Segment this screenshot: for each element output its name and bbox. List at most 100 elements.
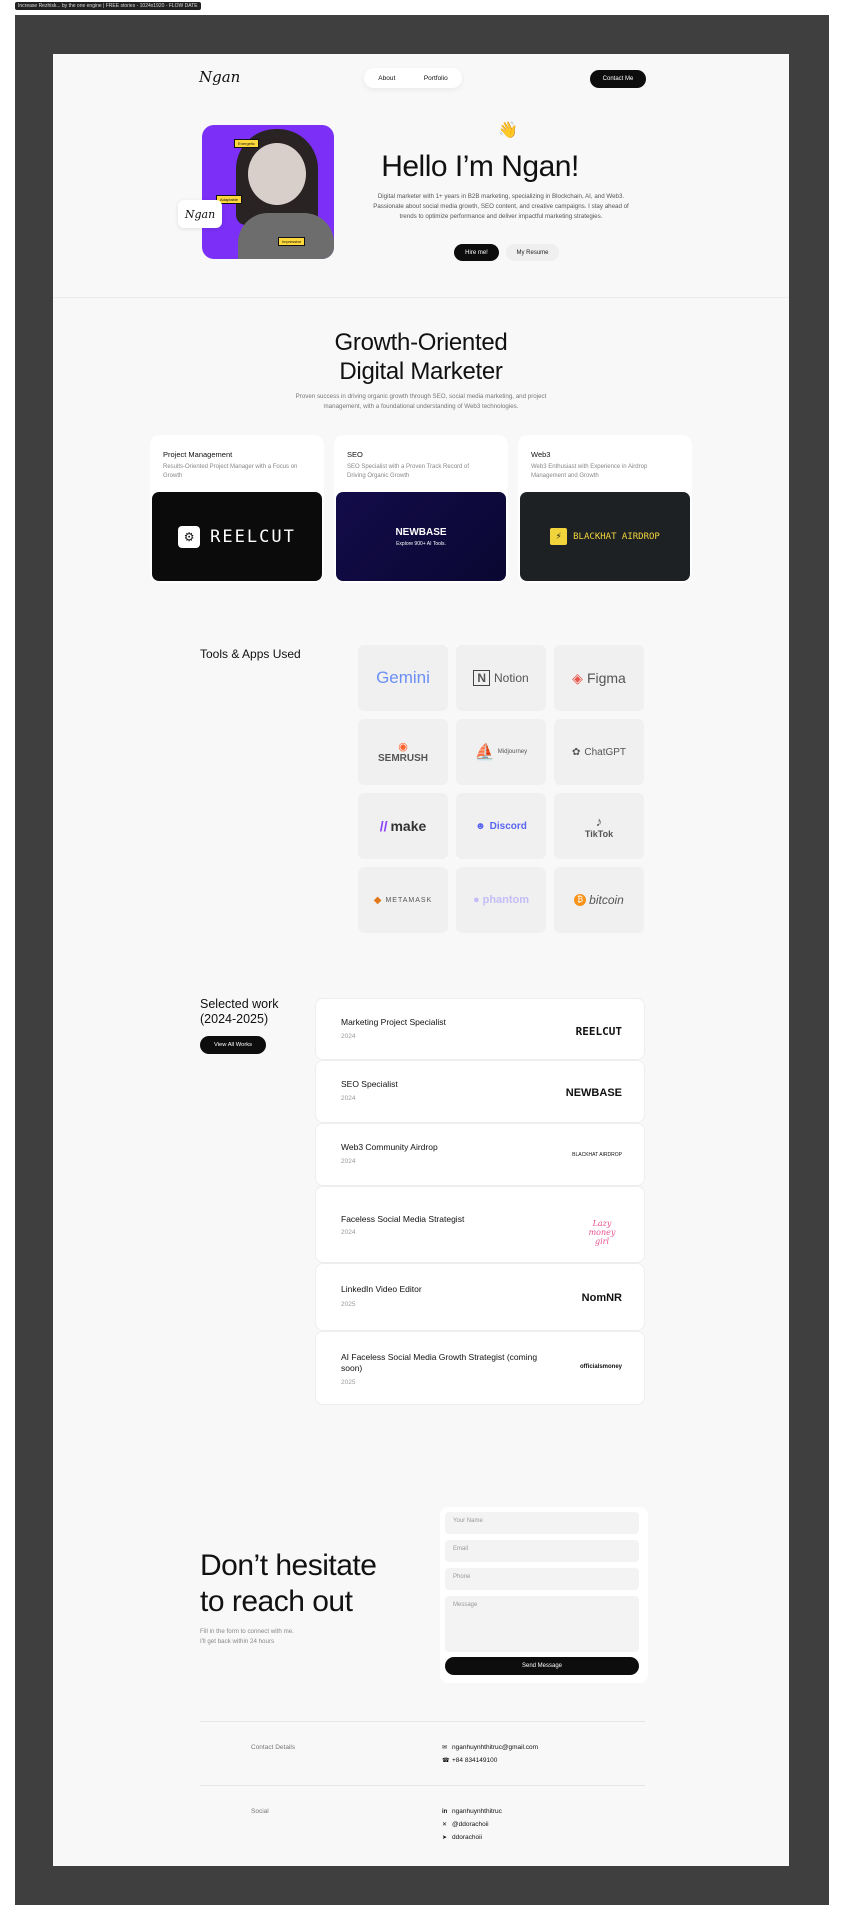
social-label: Social: [251, 1808, 269, 1815]
tools-heading: Tools & Apps Used: [200, 647, 301, 661]
work-title: SEO Specialist: [341, 1079, 398, 1089]
work-year: 2025: [341, 1379, 356, 1386]
my-resume-button[interactable]: My Resume: [506, 244, 559, 261]
phone-line[interactable]: ☎ +84 834149100: [442, 1757, 497, 1764]
work-logo-nomnr: NomNR: [581, 1292, 622, 1304]
divider: [200, 1721, 645, 1722]
work-item-airdrop[interactable]: Web3 Community Airdrop 2024 BLACKHAT AIR…: [315, 1123, 645, 1186]
sailboat-icon: ⛵: [474, 744, 495, 761]
blackhat-brand: BLACKHAT AIRDROP: [573, 531, 660, 542]
make-label: make: [390, 818, 427, 834]
make-logo: //make: [358, 793, 448, 859]
photo-face: [248, 143, 306, 205]
work-item-ai-faceless[interactable]: AI Faceless Social Media Growth Strategi…: [315, 1331, 645, 1405]
semrush-icon: ◉: [398, 741, 408, 753]
growth-title-line2: Digital Marketer: [339, 358, 503, 385]
work-year: 2025: [341, 1301, 356, 1308]
semrush-label: SEMRUSH: [377, 753, 428, 764]
telegram-icon: ➤: [442, 1835, 448, 1841]
contact-title-line2: to reach out: [200, 1585, 353, 1618]
notion-logo: N Notion: [456, 645, 546, 711]
card-desc: Web3 Enthusiast with Experience in Airdr…: [531, 464, 648, 479]
phantom-logo: ● phantom: [456, 867, 546, 933]
contact-title: Don’t hesitate to reach out: [200, 1548, 377, 1620]
view-all-works-button[interactable]: View All Works: [200, 1036, 266, 1054]
lightning-icon: ⚡: [550, 528, 568, 545]
reelcut-brand: REELCUT: [210, 526, 296, 547]
phantom-label: phantom: [482, 894, 530, 906]
hire-me-button[interactable]: Hire me!: [454, 244, 499, 261]
growth-title-line1: Growth-Oriented: [334, 329, 508, 356]
work-title: Faceless Social Media Strategist: [341, 1214, 465, 1224]
work-title: LinkedIn Video Editor: [341, 1284, 422, 1294]
metamask-logo: ◆ METAMASK: [358, 867, 448, 933]
contact-form: Your Name Email Phone Message Send Messa…: [440, 1507, 648, 1683]
card-title: Project Management: [163, 450, 233, 459]
logo[interactable]: Ngan: [199, 68, 240, 86]
semrush-logo: ◉ SEMRUSH: [358, 719, 448, 785]
photo-body: [238, 213, 334, 259]
reelcut-logo-icon: ⚙: [178, 525, 201, 548]
phone-field[interactable]: Phone: [445, 1568, 639, 1590]
bitcoin-icon: ₿: [574, 894, 587, 906]
nav-link-about[interactable]: About: [378, 75, 395, 82]
figma-label: Figma: [586, 670, 626, 686]
newbase-tagline: Explore 900+ AI Tools.: [396, 540, 446, 547]
discord-logo: ☻ Discord: [456, 793, 546, 859]
telegram-text: ddorachoii: [452, 1834, 482, 1841]
linkedin-text: nganhuynhthitruc: [452, 1808, 502, 1815]
photo-tag: Impressive: [278, 237, 306, 246]
blackhat-banner: ⚡ BLACKHAT AIRDROP: [520, 492, 690, 581]
reelcut-banner: ⚙ REELCUT: [152, 492, 322, 581]
work-item-reelcut[interactable]: Marketing Project Specialist 2024 REELCU…: [315, 998, 645, 1060]
email-line[interactable]: ✉ nganhuynhthitruc@gmail.com: [442, 1744, 538, 1751]
work-logo-blackhat: BLACKHAT AIRDROP: [572, 1152, 622, 1158]
gemini-logo: Gemini: [358, 645, 448, 711]
message-field[interactable]: Message: [445, 1596, 639, 1652]
card-title: Web3: [531, 450, 551, 459]
nav-links: About Portfolio: [364, 68, 462, 88]
contact-subtitle-line2: I'll get back within 24 hours: [200, 1638, 275, 1645]
notion-label: Notion: [493, 671, 529, 685]
card-desc: Results-Oriented Project Manager with a …: [163, 464, 298, 479]
midjourney-label: Midjourney: [497, 749, 528, 755]
divider: [200, 1785, 645, 1786]
hero-bio: Digital marketer with 1+ years in B2B ma…: [373, 193, 629, 220]
work-title: AI Faceless Social Media Growth Strategi…: [341, 1352, 538, 1373]
skill-card-web3[interactable]: Web3 Web3 Enthusiast with Experience in …: [518, 435, 692, 583]
make-icon: //: [379, 818, 388, 834]
growth-title: Growth-Oriented Digital Marketer: [279, 328, 563, 386]
contact-subtitle-line1: Fill in the form to connect with me.: [200, 1628, 294, 1635]
figma-icon: ◈: [572, 669, 583, 686]
work-logo-reelcut: REELCUT: [575, 1025, 622, 1038]
nav-link-portfolio[interactable]: Portfolio: [424, 75, 448, 82]
notion-icon: N: [473, 670, 490, 686]
skill-card-seo[interactable]: SEO SEO Specialist with a Proven Track R…: [334, 435, 508, 583]
tiktok-label: TikTok: [584, 828, 614, 839]
send-message-button[interactable]: Send Message: [445, 1657, 639, 1675]
contact-me-button[interactable]: Contact Me: [590, 70, 646, 88]
work-logo-lazymoney: Lazy money girl: [588, 1219, 616, 1246]
work-item-newbase[interactable]: SEO Specialist 2024 NEWBASE: [315, 1060, 645, 1123]
skill-card-project-management[interactable]: Project Management Results-Oriented Proj…: [150, 435, 324, 583]
telegram-line[interactable]: ➤ ddorachoii: [442, 1834, 482, 1841]
openai-icon: ✿: [571, 746, 581, 758]
hero-title: Hello I’m Ngan!: [381, 150, 579, 183]
tiktok-icon: ♪: [595, 813, 603, 829]
work-item-linkedin[interactable]: LinkedIn Video Editor 2025 NomNR: [315, 1263, 645, 1331]
name-field[interactable]: Your Name: [445, 1512, 639, 1534]
x-line[interactable]: ✕ @ddorachoii: [442, 1821, 489, 1828]
fox-icon: ◆: [373, 894, 383, 906]
email-field[interactable]: Email: [445, 1540, 639, 1562]
mail-icon: ✉: [442, 1745, 448, 1751]
midjourney-logo: ⛵ Midjourney: [456, 719, 546, 785]
wave-emoji: 👋: [498, 122, 518, 139]
contact-title-line1: Don’t hesitate: [200, 1549, 377, 1582]
signature-badge: Ngan: [178, 200, 222, 228]
work-title: Web3 Community Airdrop: [341, 1142, 438, 1152]
work-item-faceless[interactable]: Faceless Social Media Strategist 2024 La…: [315, 1186, 645, 1263]
phone-icon: ☎: [442, 1758, 450, 1764]
contact-subtitle: Fill in the form to connect with me. I'l…: [200, 1627, 294, 1647]
linkedin-line[interactable]: in nganhuynhthitruc: [442, 1808, 502, 1815]
x-icon: ✕: [442, 1822, 448, 1828]
